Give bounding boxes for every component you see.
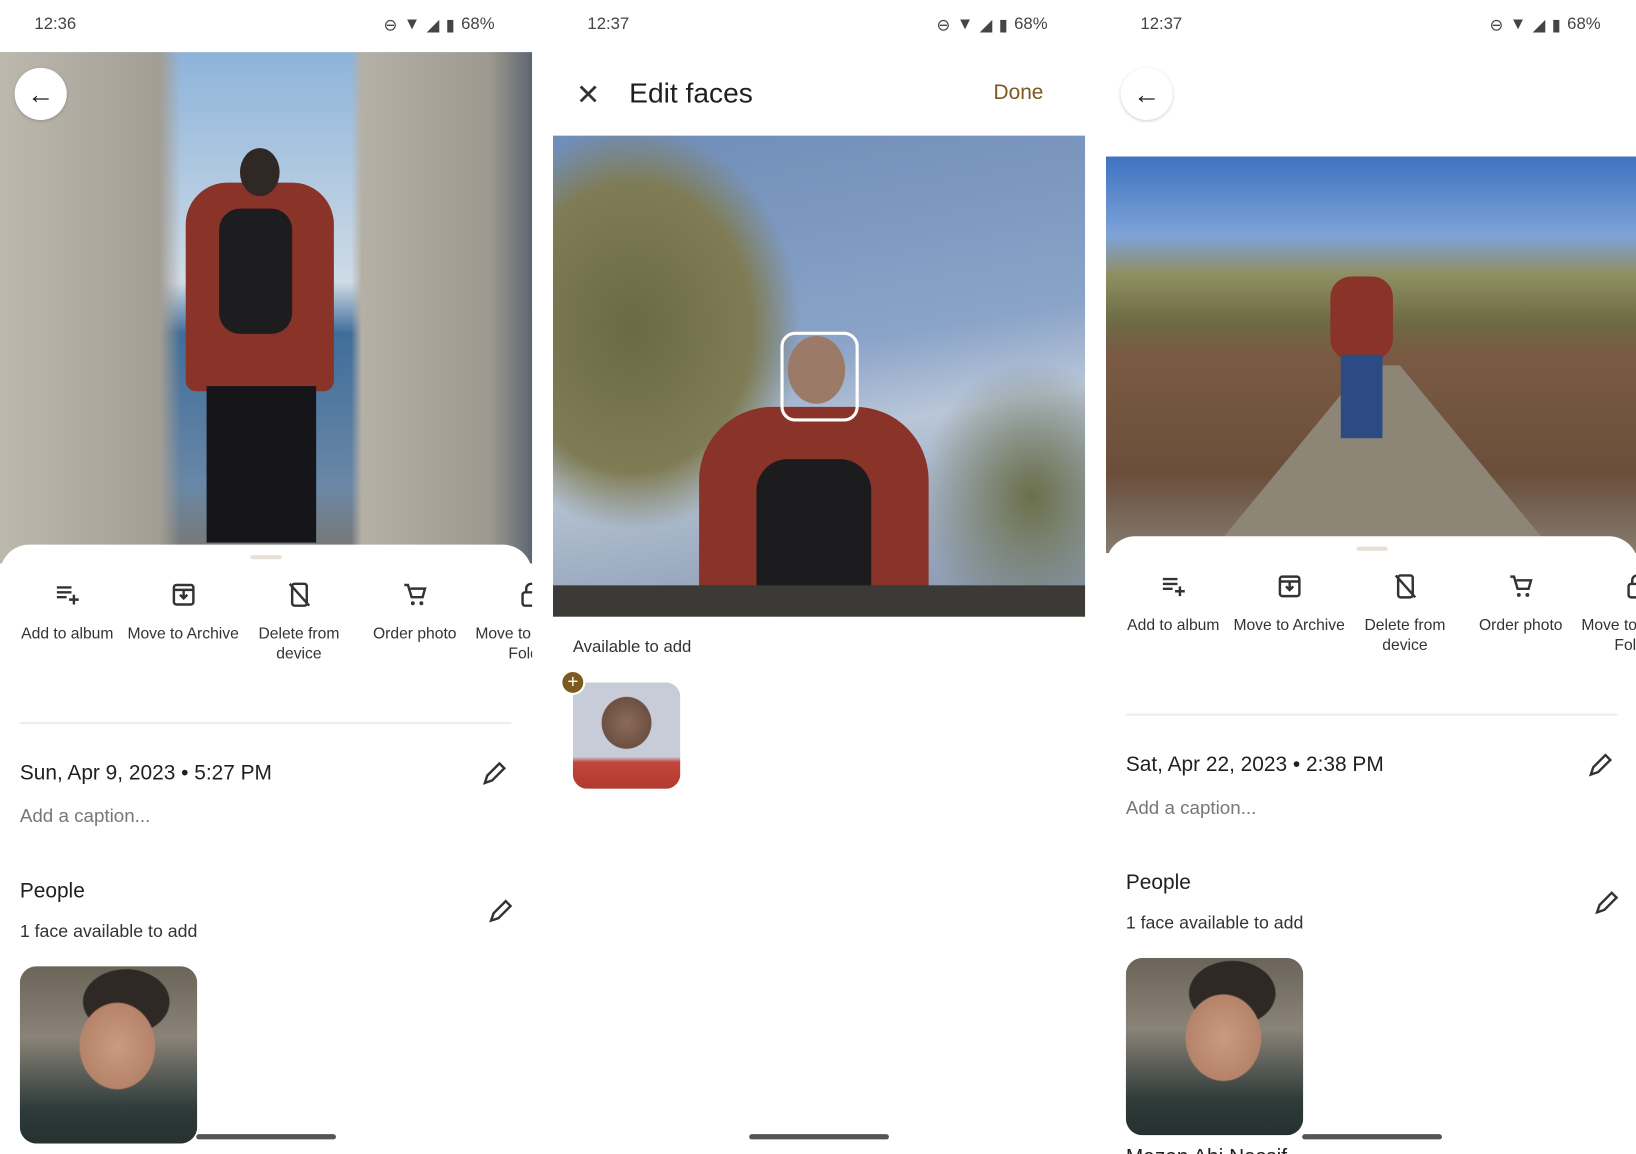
caption-input[interactable]: Add a caption... bbox=[20, 806, 151, 828]
battery-icon: ▮ bbox=[1551, 16, 1561, 35]
sheet-handle[interactable] bbox=[1356, 546, 1388, 551]
gesture-bar bbox=[196, 1134, 336, 1140]
back-arrow-icon: ← bbox=[1133, 77, 1161, 110]
status-time: 12:37 bbox=[587, 15, 630, 34]
face-thumbnail[interactable] bbox=[19, 966, 198, 1144]
wifi-icon: ▼ bbox=[1509, 15, 1527, 34]
signal-icon: ◢ bbox=[1532, 16, 1546, 35]
battery-icon: ▮ bbox=[445, 16, 455, 35]
people-title: People bbox=[1125, 871, 1191, 895]
page-title: Edit faces bbox=[629, 77, 753, 109]
person-name: Mazen Abi Nassif bbox=[1126, 1146, 1287, 1154]
dnd-icon: ⊖ bbox=[1489, 16, 1504, 35]
signal-icon: ◢ bbox=[979, 16, 993, 35]
cart-icon bbox=[1509, 575, 1533, 597]
caption-input[interactable]: Add a caption... bbox=[1126, 797, 1257, 819]
photo-date: Sat, Apr 22, 2023 • 2:38 PM bbox=[1125, 753, 1384, 777]
close-icon[interactable]: ✕ bbox=[576, 77, 600, 111]
divider bbox=[1125, 713, 1618, 716]
wifi-icon: ▼ bbox=[956, 15, 974, 34]
photo[interactable] bbox=[1106, 156, 1636, 554]
back-button[interactable]: ← bbox=[1120, 67, 1173, 120]
done-button[interactable]: Done bbox=[994, 81, 1044, 105]
photo bbox=[553, 135, 1086, 617]
wifi-icon: ▼ bbox=[403, 15, 421, 34]
order-photo-button[interactable]: Order photo bbox=[357, 580, 473, 663]
plus-icon: + bbox=[567, 670, 579, 692]
photo-date: Sun, Apr 9, 2023 • 5:27 PM bbox=[19, 761, 272, 785]
battery-icon: ▮ bbox=[998, 16, 1008, 35]
add-to-album-button[interactable]: Add to album bbox=[9, 580, 125, 663]
people-subtitle: 1 face available to add bbox=[1125, 912, 1304, 933]
sheet-handle[interactable] bbox=[250, 555, 282, 560]
pencil-icon[interactable] bbox=[1592, 888, 1621, 917]
status-bar: 12:37 ⊖ ▼ ◢ ▮ 68% bbox=[1106, 0, 1636, 52]
back-button[interactable]: ← bbox=[14, 67, 67, 120]
available-face-thumbnail[interactable] bbox=[572, 682, 681, 789]
playlist-add-icon bbox=[56, 586, 79, 605]
status-bar: 12:37 ⊖ ▼ ◢ ▮ 68% bbox=[553, 0, 1085, 52]
move-to-locked-folder-button[interactable]: Move to Locked Folder bbox=[473, 580, 533, 663]
add-to-album-button[interactable]: Add to album bbox=[1115, 572, 1231, 655]
battery-level: 68% bbox=[1014, 15, 1048, 34]
move-to-locked-folder-button[interactable]: Move to Locked Folder bbox=[1579, 572, 1636, 655]
move-to-archive-button[interactable]: Move to Archive bbox=[125, 580, 241, 663]
add-face-button[interactable]: + bbox=[560, 669, 586, 695]
phone-off-icon bbox=[1394, 574, 1416, 599]
battery-level: 68% bbox=[461, 15, 495, 34]
gesture-bar bbox=[1302, 1134, 1442, 1140]
pencil-icon[interactable] bbox=[1586, 750, 1615, 779]
photo-info-panel-1: 12:36 ⊖ ▼ ◢ ▮ 68% ← Add to album Move to… bbox=[0, 0, 533, 1154]
cart-icon bbox=[403, 583, 427, 606]
archive-icon bbox=[1278, 575, 1301, 598]
face-selection-box[interactable] bbox=[780, 331, 859, 422]
delete-from-device-button[interactable]: Delete from device bbox=[241, 580, 357, 663]
divider bbox=[19, 722, 512, 725]
pencil-icon[interactable] bbox=[486, 896, 515, 925]
face-thumbnail[interactable] bbox=[1125, 957, 1304, 1136]
dnd-icon: ⊖ bbox=[936, 16, 951, 35]
photo[interactable] bbox=[0, 52, 533, 564]
battery-level: 68% bbox=[1567, 15, 1601, 34]
order-photo-button[interactable]: Order photo bbox=[1463, 572, 1579, 655]
archive-icon bbox=[172, 583, 195, 606]
lock-icon bbox=[1626, 574, 1636, 599]
people-title: People bbox=[19, 879, 85, 903]
photo-info-panel-2: 12:37 ⊖ ▼ ◢ ▮ 68% ← Add to album Move to… bbox=[1106, 0, 1636, 1154]
status-time: 12:36 bbox=[34, 15, 77, 34]
status-bar: 12:36 ⊖ ▼ ◢ ▮ 68% bbox=[0, 0, 532, 52]
move-to-archive-button[interactable]: Move to Archive bbox=[1231, 572, 1347, 655]
info-sheet: Add to album Move to Archive Delete from… bbox=[1106, 536, 1636, 1154]
signal-icon: ◢ bbox=[426, 16, 440, 35]
back-arrow-icon: ← bbox=[27, 77, 55, 110]
dnd-icon: ⊖ bbox=[383, 16, 398, 35]
lock-icon bbox=[520, 582, 533, 607]
pencil-icon[interactable] bbox=[480, 759, 509, 788]
available-label: Available to add bbox=[572, 638, 692, 657]
delete-from-device-button[interactable]: Delete from device bbox=[1347, 572, 1463, 655]
playlist-add-icon bbox=[1162, 577, 1185, 597]
status-time: 12:37 bbox=[1140, 15, 1183, 34]
edit-faces-panel: 12:37 ⊖ ▼ ◢ ▮ 68% ✕ Edit faces Done Avai… bbox=[553, 0, 1086, 1154]
phone-off-icon bbox=[288, 582, 310, 607]
people-subtitle: 1 face available to add bbox=[19, 921, 198, 942]
info-sheet: Add to album Move to Archive Delete from… bbox=[0, 544, 533, 1154]
gesture-bar bbox=[749, 1134, 889, 1140]
